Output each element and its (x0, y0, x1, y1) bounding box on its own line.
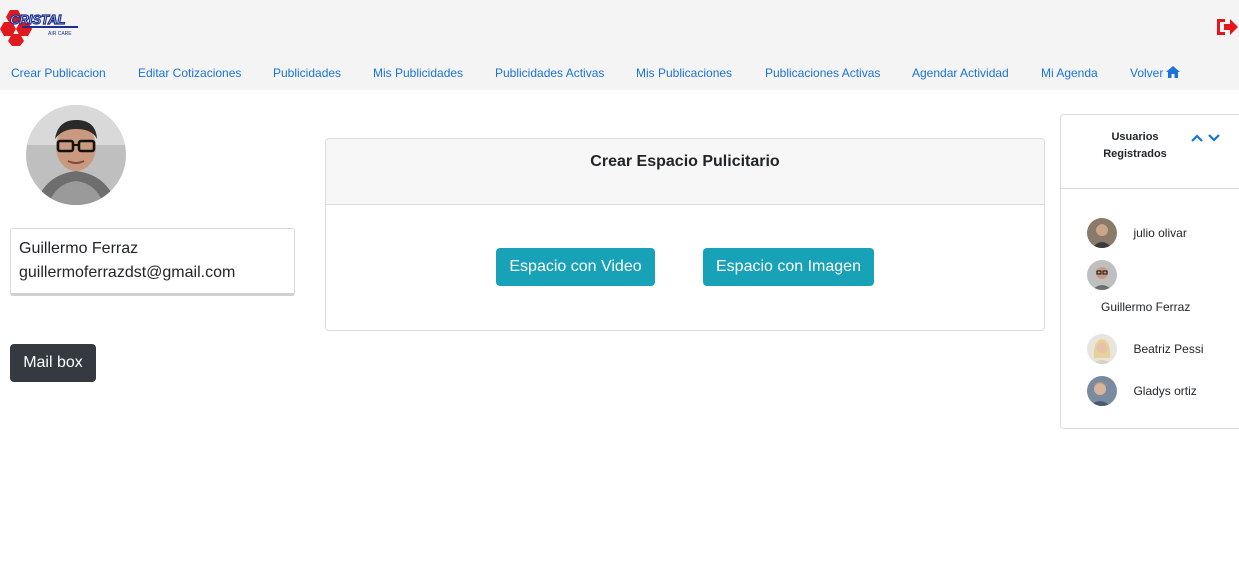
nav-mis-publicidades[interactable]: Mis Publicidades (373, 62, 463, 84)
nav-publicaciones-activas[interactable]: Publicaciones Activas (765, 62, 880, 84)
brand-subtitle: AIR CARE (48, 31, 72, 37)
brand-logo[interactable]: CRISTAL AIR CARE (0, 6, 82, 46)
sign-out-icon[interactable] (1215, 16, 1239, 38)
users-panel-title: Usuarios Registrados (1103, 131, 1167, 160)
card-title: Crear Espacio Pulicitario (326, 139, 1044, 205)
user-name: Gladys ortiz (1133, 384, 1197, 398)
profile-name: Guillermo Ferraz (19, 240, 139, 257)
brand-wordmark: CRISTAL (10, 12, 65, 27)
video-space-button[interactable]: Espacio con Video (496, 248, 655, 286)
user-avatar (1087, 218, 1117, 248)
user-avatar (1087, 334, 1117, 364)
nav-mi-agenda[interactable]: Mi Agenda (1041, 62, 1098, 84)
profile-email: guillermoferrazdst@gmail.com (19, 264, 236, 281)
nav-volver-label: Volver (1130, 66, 1164, 80)
nav-publicidades[interactable]: Publicidades (273, 62, 341, 84)
user-avatar (1087, 260, 1117, 290)
user-avatar (1087, 376, 1117, 406)
nav-mis-publicaciones[interactable]: Mis Publicaciones (636, 62, 732, 84)
user-item[interactable]: Gladys ortiz (1087, 376, 1197, 406)
create-ad-space-card: Crear Espacio Pulicitario Espacio con Vi… (325, 138, 1045, 331)
user-name: julio olivar (1133, 226, 1187, 240)
nav-editar-cotizaciones[interactable]: Editar Cotizaciones (138, 62, 241, 84)
profile-info-card: Guillermo Ferraz guillermoferrazdst@gmai… (10, 228, 295, 296)
nav-publicidades-activas[interactable]: Publicidades Activas (495, 62, 604, 84)
image-space-button[interactable]: Espacio con Imagen (703, 248, 874, 286)
profile-avatar (26, 105, 126, 205)
user-name: Beatriz Pessi (1133, 342, 1204, 356)
user-item[interactable] (1087, 260, 1117, 290)
registered-users-panel: Usuarios Registrados julio olivar Guille… (1060, 114, 1239, 429)
top-navbar: CRISTAL AIR CARE Crear Publicacion Edita… (0, 0, 1239, 90)
nav-agendar-actividad[interactable]: Agendar Actividad (912, 62, 1009, 84)
user-item[interactable]: julio olivar (1087, 218, 1187, 248)
nav-crear-publicacion[interactable]: Crear Publicacion (11, 62, 106, 84)
users-panel-header: Usuarios Registrados (1061, 115, 1239, 189)
user-name: Guillermo Ferraz (1101, 300, 1191, 314)
mailbox-button[interactable]: Mail box (10, 344, 96, 382)
user-item[interactable]: Beatriz Pessi (1087, 334, 1203, 364)
home-icon (1166, 66, 1181, 78)
chevron-down-icon[interactable] (1208, 133, 1220, 143)
chevron-up-icon[interactable] (1191, 133, 1203, 143)
nav-volver[interactable]: Volver (1130, 62, 1181, 84)
